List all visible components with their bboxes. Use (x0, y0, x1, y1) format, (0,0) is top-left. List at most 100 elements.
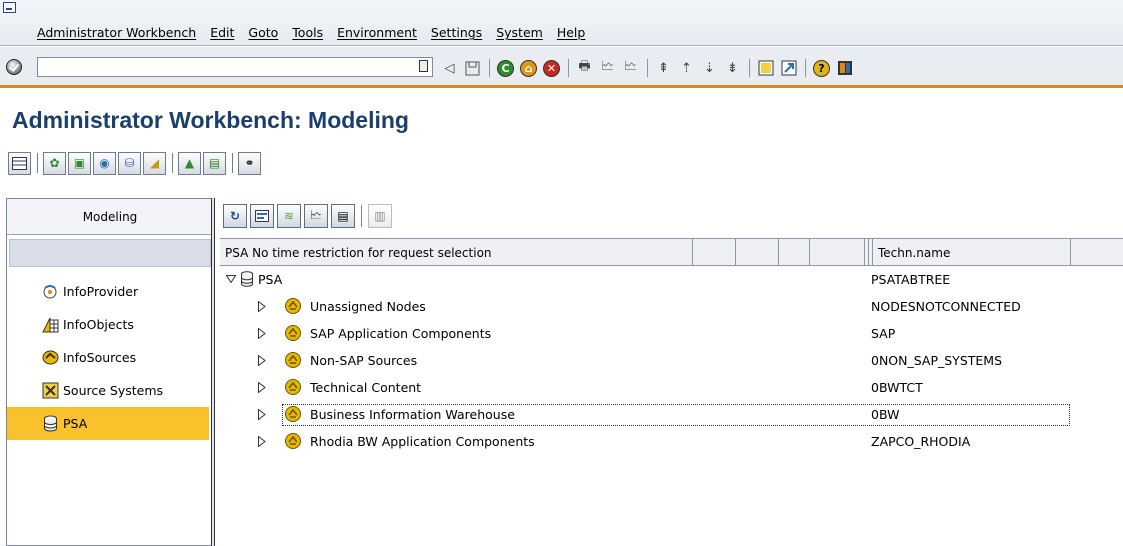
customize-layout-icon[interactable] (835, 59, 854, 78)
menu-system[interactable]: System (496, 25, 543, 43)
sidebar-item-infosources[interactable]: InfoSources (7, 341, 213, 374)
navigator-toggle-icon[interactable] (8, 151, 31, 175)
tree-node-label: Technical Content (310, 380, 422, 395)
command-field[interactable] (37, 57, 433, 77)
command-history-icon[interactable] (419, 60, 428, 72)
infosource-modeling-icon[interactable]: ◉ (93, 151, 116, 175)
column-header-blank-1[interactable] (692, 239, 735, 266)
toolbar-separator (805, 59, 806, 77)
refresh-icon[interactable]: ↻ (223, 204, 247, 228)
collapse-arrow-icon[interactable] (226, 275, 236, 283)
expand-arrow-icon[interactable] (258, 382, 266, 393)
create-session-icon[interactable] (756, 59, 775, 78)
sort-icon[interactable]: ≋ (277, 204, 301, 228)
source-systems-icon (42, 382, 59, 399)
expand-arrow-icon[interactable] (258, 409, 266, 420)
tree-node-label: PSA (258, 272, 283, 287)
sap-window: Administrator Workbench Edit Goto Tools … (0, 0, 1123, 546)
sidebar-item-label: InfoObjects (63, 317, 134, 332)
expand-arrow-icon[interactable] (258, 301, 266, 312)
print-icon[interactable]: 🖶 (575, 59, 594, 78)
help-icon[interactable]: ? (812, 59, 831, 78)
infosources-icon (42, 350, 59, 365)
toolbar-separator (568, 59, 569, 77)
menu-bar: Administrator Workbench Edit Goto Tools … (0, 0, 1123, 46)
infoprovider-icon (43, 285, 57, 299)
previous-page-icon[interactable]: ⇡ (677, 59, 696, 78)
tree-node-label: SAP Application Components (310, 326, 492, 341)
modeling-navigator: Modeling InfoProvider InfoObjects InfoSo… (6, 198, 213, 546)
tree-row-focused[interactable]: Business Information Warehouse 0BW (220, 401, 1123, 428)
psa-icon (241, 271, 253, 287)
tree-row[interactable]: Unassigned Nodes NODESNOTCONNECTED (220, 293, 1123, 320)
navigator-splitter[interactable] (211, 198, 215, 546)
toolbar-icons: ◁ C ⌂ ✕ 🖶 🗠 🗠 ⇞ ⇡ ⇣ ⇟ ? (440, 57, 858, 79)
menu-edit[interactable]: Edit (210, 25, 234, 43)
sidebar-item-psa[interactable]: PSA (7, 407, 209, 440)
first-page-icon[interactable]: ⇞ (654, 59, 673, 78)
ods-modeling-icon[interactable]: ⛁ (118, 151, 141, 175)
tree-node-tech-name: SAP (871, 326, 896, 341)
column-header-blank-4[interactable] (809, 239, 864, 266)
menu-tools[interactable]: Tools (292, 25, 323, 43)
hierarchy-icon[interactable]: ▲ (178, 151, 201, 175)
find-next-icon[interactable]: 🗠 (621, 59, 640, 78)
tree-node-tech-name: 0BWTCT (871, 380, 923, 395)
next-page-icon[interactable]: ⇣ (700, 59, 719, 78)
menu-goto[interactable]: Goto (248, 25, 278, 43)
toolbar-separator (749, 59, 750, 77)
tree-row[interactable]: Technical Content 0BWTCT (220, 374, 1123, 401)
find-icon[interactable]: 🗠 (598, 59, 617, 78)
list-icon[interactable]: ▤ (331, 204, 355, 228)
sidebar-item-source-systems[interactable]: Source Systems (7, 374, 213, 407)
expand-arrow-icon[interactable] (258, 355, 266, 366)
sidebar-item-infoprovider[interactable]: InfoProvider (7, 275, 213, 308)
menu-help[interactable]: Help (557, 25, 586, 43)
details-icon[interactable]: ▤ (203, 151, 226, 175)
column-header-techn-name[interactable]: Techn.name (872, 239, 1070, 266)
application-component-icon (285, 352, 301, 368)
toolbar-separator (361, 205, 362, 227)
infoobject-modeling-icon[interactable]: ◢ (143, 151, 166, 175)
search-icon[interactable]: 🗠 (304, 204, 328, 228)
tree-row[interactable]: SAP Application Components SAP (220, 320, 1123, 347)
expand-arrow-icon[interactable] (258, 436, 266, 447)
exit-icon[interactable]: ⌂ (519, 59, 538, 78)
infocube-modeling-icon[interactable]: ▣ (68, 151, 91, 175)
link-icon[interactable]: ⚭ (238, 151, 261, 175)
tree-node-label: Rhodia BW Application Components (310, 434, 535, 449)
column-header-blank-2[interactable] (735, 239, 778, 266)
menu-settings[interactable]: Settings (431, 25, 482, 43)
column-header-main[interactable]: PSA No time restriction for request sele… (220, 239, 692, 266)
save-icon[interactable] (463, 59, 482, 78)
navigator-subheader (9, 239, 211, 267)
system-menu-icon[interactable] (3, 2, 16, 13)
shortcut-icon[interactable] (779, 59, 798, 78)
application-component-icon (285, 298, 301, 314)
application-component-icon (285, 433, 301, 449)
toolbar-separator (232, 153, 233, 173)
standard-toolbar: ◁ C ⌂ ✕ 🖶 🗠 🗠 ⇞ ⇡ ⇣ ⇟ ? (0, 47, 1123, 88)
menu-administrator-workbench[interactable]: Administrator Workbench (37, 25, 196, 43)
tree-toolbar: ↻ ≋ 🗠 ▤ ▥ (223, 201, 395, 231)
expand-arrow-icon[interactable] (258, 328, 266, 339)
tree-row[interactable]: Rhodia BW Application Components ZAPCO_R… (220, 428, 1123, 455)
infoprovider-modeling-icon[interactable]: ✿ (43, 151, 66, 175)
column-header-blank-3[interactable] (778, 239, 809, 266)
back-green-icon[interactable]: C (496, 59, 515, 78)
column-header-blank-5[interactable] (1070, 239, 1123, 266)
back-icon[interactable]: ◁ (440, 59, 459, 78)
infoobjects-icon (42, 317, 59, 333)
application-component-icon (285, 379, 301, 395)
last-page-icon[interactable]: ⇟ (723, 59, 742, 78)
display-icon[interactable] (250, 204, 274, 228)
sidebar-item-label: Source Systems (63, 383, 164, 398)
tree-row[interactable]: Non-SAP Sources 0NON_SAP_SYSTEMS (220, 347, 1123, 374)
cancel-icon[interactable]: ✕ (542, 59, 561, 78)
menu-environment[interactable]: Environment (337, 25, 417, 43)
enter-icon[interactable] (6, 59, 22, 75)
column-divider (868, 239, 869, 266)
tree-row-root[interactable]: PSA PSATABTREE (220, 266, 1123, 293)
settings-icon[interactable]: ▥ (368, 204, 392, 228)
sidebar-item-infoobjects[interactable]: InfoObjects (7, 308, 213, 341)
